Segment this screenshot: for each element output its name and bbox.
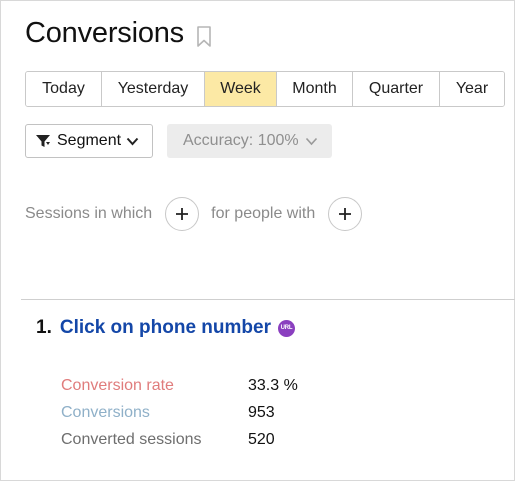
page-title: Conversions [25,17,184,49]
plus-icon [339,208,352,220]
metric-value: 33.3 % [248,376,298,394]
people-filter-label: for people with [211,205,316,222]
filter-row: Sessions in which for people with [25,196,363,232]
accuracy-dropdown[interactable]: Accuracy: 100% [167,124,332,158]
metric-label: Converted sessions [61,430,202,448]
segment-label: Segment [57,132,122,149]
period-selector: Today Yesterday Week Month Quarter Year [25,71,505,107]
metric-row: Converted sessions 520 [61,426,298,453]
accuracy-label: Accuracy: 100% [183,132,299,149]
bookmark-icon[interactable] [196,25,212,48]
sessions-filter-label: Sessions in which [25,205,153,222]
url-badge-label: URL [280,325,293,331]
period-quarter[interactable]: Quarter [353,72,440,106]
metric-label: Conversions [61,403,150,421]
metric-value: 953 [248,403,275,421]
metric-label: Conversion rate [61,376,174,394]
title-row: Conversions [25,17,212,50]
metric-row: Conversions 953 [61,399,298,426]
filter-icon [36,135,50,147]
url-badge-icon: URL [277,319,295,337]
segment-button[interactable]: Segment [25,124,153,158]
add-people-condition-button[interactable] [328,197,363,231]
conversions-panel: Conversions Today Yesterday Week Month Q… [0,0,515,481]
period-year[interactable]: Year [440,72,504,106]
add-session-condition-button[interactable] [165,197,200,231]
metric-value: 520 [248,430,275,448]
goal-number: 1. [36,317,52,338]
goal-name-link[interactable]: Click on phone number [60,317,271,339]
goal-header: 1. Click on phone number URL [36,317,295,339]
period-week[interactable]: Week [205,72,277,106]
metric-row: Conversion rate 33.3 % [61,372,298,399]
period-yesterday[interactable]: Yesterday [102,72,205,106]
plus-icon [176,208,189,220]
chevron-down-icon [305,137,317,145]
chevron-down-icon [126,137,139,145]
divider [21,299,515,300]
period-month[interactable]: Month [277,72,353,106]
period-today[interactable]: Today [26,72,102,106]
goal-metrics: Conversion rate 33.3 % Conversions 953 C… [61,372,298,453]
